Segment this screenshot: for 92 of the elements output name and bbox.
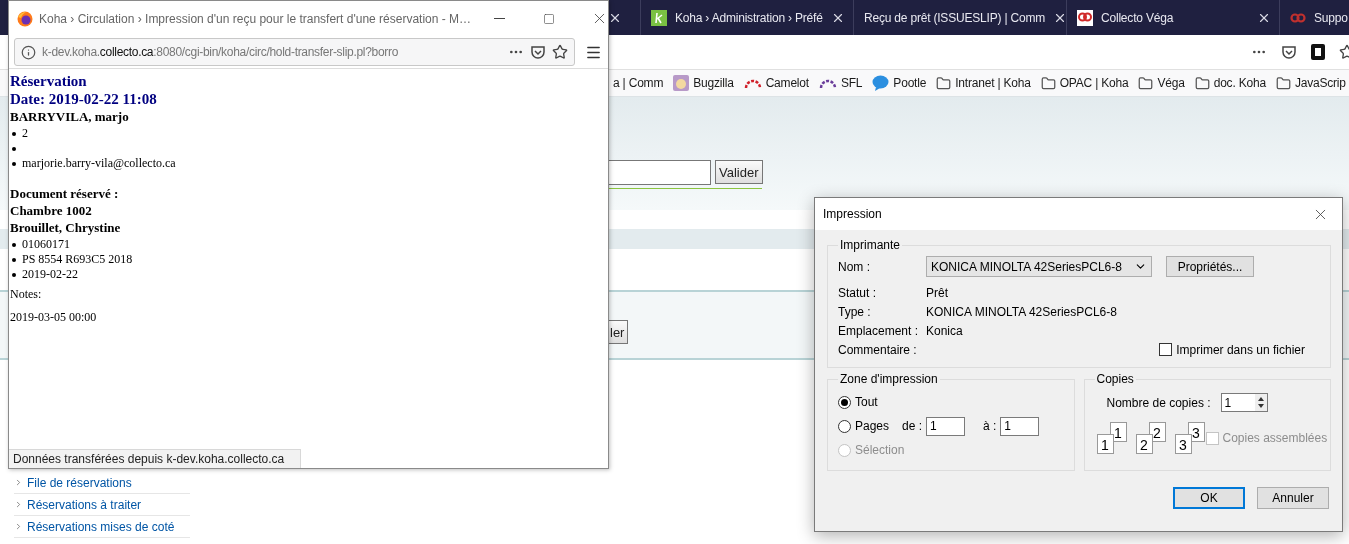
notes-label: Notes: bbox=[10, 287, 43, 302]
pocket-icon[interactable] bbox=[1281, 44, 1297, 60]
item-heading: Document réservé : bbox=[10, 185, 120, 202]
patron-name: BARRYVILA, marjo bbox=[10, 108, 130, 125]
group-label: Imprimante bbox=[839, 238, 902, 252]
field-label: Commentaire : bbox=[838, 342, 918, 357]
bookmark-item[interactable]: Bugzilla bbox=[673, 75, 734, 91]
sidebar-link[interactable]: File de réservations bbox=[27, 475, 132, 490]
patron-detail: marjorie.barry-vila@collecto.ca bbox=[22, 156, 176, 171]
folder-icon bbox=[1194, 75, 1210, 91]
minimize-icon bbox=[493, 18, 505, 19]
bookmark-item[interactable]: Camelot bbox=[743, 76, 809, 90]
dialog-button[interactable]: Annuler bbox=[1257, 487, 1329, 509]
field-value: Prêt bbox=[926, 285, 948, 300]
group-label: Copies bbox=[1095, 372, 1135, 386]
field-label: Emplacement : bbox=[838, 323, 920, 338]
bullet-icon bbox=[12, 161, 16, 166]
page-sheet: 1 bbox=[1096, 434, 1114, 454]
properties-button[interactable]: Propriétés... bbox=[1166, 256, 1254, 277]
field-label: à : bbox=[983, 419, 997, 433]
bookmark-item[interactable]: Intranet | Koha bbox=[936, 75, 1031, 91]
field-label: Nom : bbox=[838, 259, 871, 274]
slip-heading: Réservation bbox=[10, 72, 88, 90]
field-value: Konica bbox=[926, 323, 963, 338]
folder-icon bbox=[1275, 75, 1291, 91]
bookmark-item[interactable]: a | Comm bbox=[613, 76, 664, 90]
bullet-icon bbox=[12, 131, 16, 136]
checkbox-label: Copies assemblées bbox=[1222, 431, 1328, 445]
radio-label: Sélection bbox=[855, 443, 905, 457]
folder-icon bbox=[936, 75, 952, 91]
item-author: Brouillet, Chrystine bbox=[10, 219, 122, 236]
item-title: Chambre 1002 bbox=[10, 202, 93, 219]
checkbox-label: Imprimer dans un fichier bbox=[1176, 342, 1305, 357]
radio-label: Tout bbox=[855, 395, 878, 409]
chevron-icon bbox=[14, 478, 23, 487]
bookmark-item[interactable]: Véga bbox=[1138, 75, 1185, 91]
spin-arrows-icon[interactable] bbox=[1254, 394, 1267, 411]
page-sheet: 3 bbox=[1174, 434, 1192, 454]
bookmark-item[interactable]: SFL bbox=[818, 76, 863, 90]
folder-icon bbox=[1138, 75, 1154, 91]
form-button[interactable]: ler bbox=[609, 320, 629, 344]
link-logo-icon bbox=[1290, 11, 1306, 24]
field-label: de : bbox=[902, 419, 922, 433]
to-page-field[interactable]: 1 bbox=[1000, 416, 1040, 436]
page-sheet: 2 bbox=[1135, 434, 1153, 454]
maximize-icon bbox=[543, 12, 556, 25]
item-detail: 01060171 bbox=[22, 237, 70, 252]
dialog-title: Impression bbox=[823, 207, 883, 221]
address-field[interactable]: k-dev.koha.collecto.ca:8080/cgi-bin/koha/circ/hold-transfer-slip.pl?borro bbox=[14, 38, 575, 66]
bullet-icon bbox=[12, 146, 16, 151]
bug-mascot-icon bbox=[673, 75, 690, 91]
bookmark-item[interactable]: doc. Koha bbox=[1194, 75, 1266, 91]
bookmark-item[interactable]: Pootle bbox=[872, 75, 927, 91]
bullet-icon bbox=[12, 272, 16, 277]
field-label: Statut : bbox=[838, 285, 878, 300]
copies-spinner[interactable]: 1 bbox=[1220, 393, 1268, 412]
window-title: Koha › Circulation › Impression d'un reçu pour le transfert d'une réservation - M… bbox=[39, 11, 472, 26]
bookmark-item[interactable]: JavaScrip bbox=[1275, 75, 1346, 91]
patron-detail: 2 bbox=[22, 126, 28, 141]
field-label: Type : bbox=[838, 304, 872, 319]
checkbox[interactable] bbox=[1159, 343, 1173, 356]
status-bar: Données transférées depuis k-dev.koha.collecto.ca bbox=[9, 449, 301, 468]
folder-icon bbox=[1040, 75, 1056, 91]
expiry-date: 2019-03-05 00:00 bbox=[10, 310, 98, 325]
slip-date: Date: 2019-02-22 11:08 bbox=[10, 90, 158, 108]
bullet-icon bbox=[12, 257, 16, 262]
site-logo-icon bbox=[1077, 9, 1093, 26]
item-detail: 2019-02-22 bbox=[22, 267, 78, 282]
bullet-icon bbox=[12, 242, 16, 247]
chevron-icon bbox=[14, 522, 23, 531]
submit-button[interactable]: Valider bbox=[715, 160, 763, 184]
radio-label: Pages bbox=[855, 419, 890, 433]
browser-logo-icon bbox=[17, 10, 33, 27]
speech-bubble-icon bbox=[872, 75, 890, 91]
group-label: Zone d'impression bbox=[839, 372, 939, 386]
sidebar-link[interactable]: Réservations mises de coté bbox=[27, 519, 175, 534]
item-detail: PS 8554 R693C5 2018 bbox=[22, 252, 133, 267]
radio-button[interactable] bbox=[838, 395, 851, 409]
field-label: Nombre de copies : bbox=[1106, 395, 1211, 410]
pocket-icon[interactable] bbox=[530, 44, 546, 60]
field-value: KONICA MINOLTA 42SeriesPCL6-8 bbox=[926, 304, 1117, 319]
bookmark-item[interactable]: OPAC | Koha bbox=[1040, 75, 1129, 91]
document-icon[interactable] bbox=[1311, 44, 1325, 60]
printer-select[interactable]: KONICA MINOLTA 42SeriesPCL6-8 bbox=[926, 256, 1152, 277]
dialog-button[interactable]: OK bbox=[1173, 487, 1245, 509]
radio-button[interactable] bbox=[838, 419, 851, 433]
bookmark-star-icon[interactable] bbox=[552, 44, 568, 60]
koha-logo-icon bbox=[651, 9, 667, 26]
sidebar-link[interactable]: Réservations à traiter bbox=[27, 497, 142, 512]
from-page-field[interactable]: 1 bbox=[926, 416, 965, 436]
info-icon[interactable] bbox=[21, 44, 36, 60]
chevron-icon bbox=[14, 500, 23, 509]
